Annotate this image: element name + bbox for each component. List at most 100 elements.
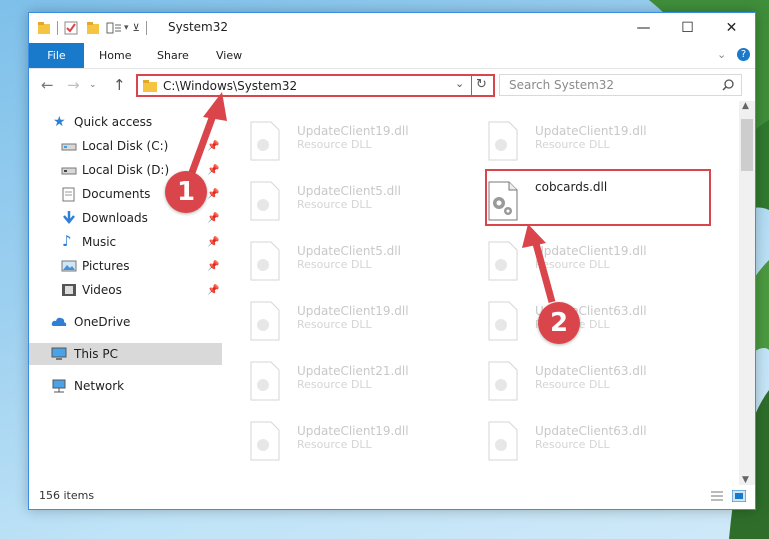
file-item[interactable]: UpdateClient19.dll Resource DLL [465,111,695,163]
file-type: Resource DLL [297,318,372,331]
sidebar-item-label: Pictures [82,259,130,273]
sidebar-item-onedrive[interactable]: OneDrive [29,311,222,333]
sidebar-item-label: Documents [82,187,151,201]
details-view-icon[interactable] [710,490,724,502]
sidebar-item-this-pc[interactable]: This PC [29,343,222,365]
folder-icon[interactable] [37,21,51,35]
dll-file-icon [250,181,280,221]
sidebar-item-quick-access[interactable]: ★ Quick access [29,111,222,133]
pictures-icon [61,260,77,272]
sidebar-item-music[interactable]: ♪ Music 📌 [29,231,222,253]
file-name: UpdateClient19.dll [297,424,409,438]
file-name: UpdateClient19.dll [535,124,647,138]
dll-file-icon [488,301,518,341]
expand-ribbon-icon[interactable]: ⌄ [717,48,726,61]
tab-share[interactable]: Share [157,49,189,62]
dll-file-icon [250,361,280,401]
file-item[interactable]: UpdateClient63.dll Resource DLL [465,411,695,463]
window-title: System32 [168,20,229,34]
pin-icon[interactable]: 📌 [207,213,219,224]
pin-icon[interactable]: 📌 [207,285,219,296]
file-item[interactable]: UpdateClient5.dll Resource DLL [227,231,457,283]
scroll-up-icon[interactable]: ▲ [742,101,749,111]
documents-icon [62,187,75,202]
address-dropdown-icon[interactable]: ⌄ [455,77,464,90]
ribbon-tabs: File Home Share View ⌄ ? [29,43,755,69]
dll-file-icon [488,421,518,461]
sidebar-item-local-disk-c[interactable]: Local Disk (C:) 📌 [29,135,222,157]
sidebar-item-label: OneDrive [74,315,131,329]
navigation-bar: ← → ⌄ ↑ C:\Windows\System32 ⌄ ↻ Search S… [29,69,755,101]
file-item[interactable]: UpdateClient19.dll Resource DLL [465,231,695,283]
cloud-icon [51,317,67,326]
sidebar-item-videos[interactable]: Videos 📌 [29,279,222,301]
file-type: Resource DLL [297,138,372,151]
minimize-button[interactable]: — [621,13,666,43]
download-icon [63,211,75,224]
pin-dropdown-icon[interactable]: ⊻ [133,23,140,34]
quick-access-toolbar: ▾ ⊻ [37,19,153,37]
sidebar-item-label: Videos [82,283,122,297]
address-path[interactable]: C:\Windows\System32 [163,79,297,93]
file-type: Resource DLL [535,438,610,451]
new-folder-icon[interactable] [86,21,100,35]
pin-icon[interactable]: 📌 [207,165,219,176]
file-explorer-window: ▾ ⊻ System32 — ☐ ✕ File Home Share View … [28,12,756,510]
file-name: UpdateClient21.dll [297,364,409,378]
tab-view[interactable]: View [216,49,242,62]
file-item[interactable]: UpdateClient21.dll Resource DLL [227,351,457,403]
up-icon[interactable]: ↑ [113,76,126,94]
status-bar: 156 items [29,483,755,509]
sidebar-item-label: Network [74,379,125,393]
chevron-down-icon[interactable]: ▾ [124,23,129,33]
vertical-scrollbar[interactable]: ▲ ▼ [739,101,755,485]
file-item[interactable]: UpdateClient5.dll Resource DLL [227,171,457,223]
tab-file[interactable]: File [29,43,84,68]
pin-icon[interactable]: 📌 [207,189,219,200]
file-list: UpdateClient19.dll Resource DLL UpdateCl… [227,101,737,473]
dll-file-icon [488,361,518,401]
computer-icon [51,347,67,360]
sidebar-item-label: Music [82,235,117,249]
file-name: UpdateClient63.dll [535,424,647,438]
pin-icon[interactable]: 📌 [207,237,219,248]
close-button[interactable]: ✕ [709,13,754,43]
sidebar-item-network[interactable]: Network [29,375,222,397]
properties-icon[interactable] [64,21,78,35]
file-item[interactable]: UpdateClient63.dll Resource DLL [465,351,695,403]
file-item[interactable]: UpdateClient19.dll Resource DLL [227,411,457,463]
back-icon[interactable]: ← [41,76,54,94]
file-name: UpdateClient63.dll [535,364,647,378]
search-box[interactable]: Search System32 [499,74,742,96]
search-icon[interactable] [722,79,734,91]
sidebar-item-label: Quick access [74,115,153,129]
file-item[interactable]: UpdateClient19.dll Resource DLL [227,291,457,343]
address-bar[interactable]: C:\Windows\System32 ⌄ ↻ [136,74,495,97]
customize-toolbar-icon[interactable] [106,21,122,35]
large-icons-view-icon[interactable] [732,490,746,502]
file-name: UpdateClient5.dll [297,184,401,198]
file-type: Resource DLL [535,138,610,151]
tab-home[interactable]: Home [99,49,131,62]
file-item[interactable]: UpdateClient19.dll Resource DLL [227,111,457,163]
dll-file-icon [488,241,518,281]
sidebar-item-pictures[interactable]: Pictures 📌 [29,255,222,277]
item-count: 156 items [39,489,95,502]
file-name: UpdateClient19.dll [297,124,409,138]
pin-icon[interactable]: 📌 [207,261,219,272]
videos-icon [62,284,76,296]
address-divider [471,75,472,96]
file-type: Resource DLL [535,378,610,391]
refresh-icon[interactable]: ↻ [476,77,487,92]
dll-file-icon [488,121,518,161]
scrollbar-thumb[interactable] [741,119,753,171]
forward-icon[interactable]: → [67,76,80,94]
file-type: Resource DLL [297,378,372,391]
maximize-button[interactable]: ☐ [665,13,710,43]
help-icon[interactable]: ? [737,48,750,61]
recent-locations-icon[interactable]: ⌄ [89,80,97,90]
search-placeholder[interactable]: Search System32 [509,78,614,92]
dll-file-icon [250,121,280,161]
file-item[interactable]: UpdateClient63.dll Resource DLL [465,291,695,343]
pin-icon[interactable]: 📌 [207,141,219,152]
